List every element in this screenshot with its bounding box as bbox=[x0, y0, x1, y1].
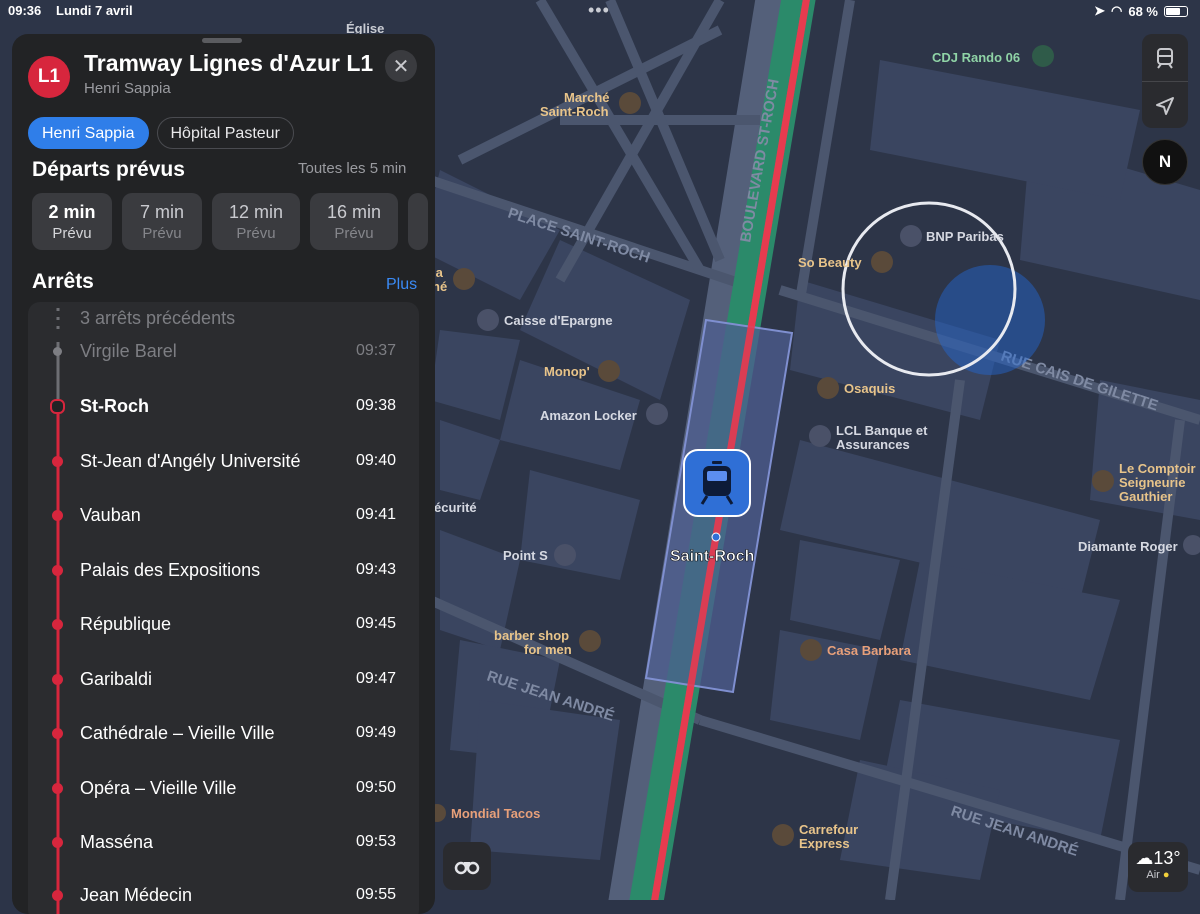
close-icon: ✕ bbox=[392, 55, 410, 78]
stops-title: Arrêts bbox=[32, 270, 94, 293]
svg-text:Gauthier: Gauthier bbox=[1119, 489, 1172, 504]
svg-text:LCL Banque et: LCL Banque et bbox=[836, 423, 928, 438]
compass-button[interactable]: N bbox=[1142, 139, 1188, 185]
direction-henri-sappia[interactable]: Henri Sappia bbox=[28, 117, 149, 149]
departure-card[interactable]: 2 min Prévu bbox=[32, 193, 112, 250]
locate-me-button[interactable] bbox=[1142, 82, 1188, 129]
status-time: 09:36 bbox=[8, 3, 42, 18]
weather-temperature: 13° bbox=[1153, 848, 1181, 868]
svg-text:Saint-Roch: Saint-Roch bbox=[670, 548, 754, 565]
transit-mode-button[interactable] bbox=[1142, 34, 1188, 81]
binoculars-icon bbox=[454, 861, 480, 875]
battery-icon bbox=[1164, 5, 1188, 17]
svg-text:barber shop: barber shop bbox=[494, 628, 569, 643]
svg-text:Osaquis: Osaquis bbox=[844, 381, 895, 396]
stop-row[interactable]: Virgile Barel 09:37 bbox=[28, 332, 419, 372]
stop-row[interactable]: Palais des Expositions 09:43 bbox=[28, 551, 419, 591]
air-quality-label: Air bbox=[1146, 869, 1160, 881]
status-date: Lundi 7 avril bbox=[56, 3, 133, 18]
location-arrow-icon: ➤ bbox=[1094, 3, 1106, 18]
line-direction: Henri Sappia bbox=[84, 80, 171, 97]
svg-text:So Beauty: So Beauty bbox=[798, 255, 862, 270]
poi-monop[interactable]: Monop' bbox=[544, 360, 620, 382]
poi-securite[interactable]: écurité bbox=[434, 500, 477, 515]
stop-row[interactable]: Opéra – Vieille Ville 09:50 bbox=[28, 769, 419, 809]
close-button[interactable]: ✕ bbox=[385, 50, 417, 82]
poi-point-s[interactable]: Point S bbox=[503, 544, 576, 566]
svg-text:écurité: écurité bbox=[434, 500, 477, 515]
svg-text:Amazon Locker: Amazon Locker bbox=[540, 408, 637, 423]
departures-title: Départs prévus bbox=[32, 158, 185, 181]
line-badge: L1 bbox=[28, 56, 70, 98]
svg-text:BNP Paribas: BNP Paribas bbox=[926, 229, 1004, 244]
departures-list: 2 min Prévu 7 min Prévu 12 min Prévu 16 min… bbox=[32, 193, 428, 250]
svg-text:Le Comptoir: Le Comptoir bbox=[1119, 461, 1196, 476]
svg-text:Mondial Tacos: Mondial Tacos bbox=[451, 806, 540, 821]
weather-widget[interactable]: ☁13° Air ● bbox=[1128, 842, 1188, 892]
svg-text:Saint-Roch: Saint-Roch bbox=[540, 104, 609, 119]
stop-row[interactable]: Vauban 09:41 bbox=[28, 496, 419, 536]
stop-row[interactable]: Jean Médecin 09:55 bbox=[28, 876, 419, 914]
departure-card-partial[interactable] bbox=[408, 193, 428, 250]
poi-casa-barbara[interactable]: Casa Barbara bbox=[800, 639, 912, 661]
more-button[interactable]: Plus bbox=[386, 276, 417, 294]
svg-text:Monop': Monop' bbox=[544, 364, 590, 379]
stop-row[interactable]: Cathédrale – Vieille Ville 09:49 bbox=[28, 714, 419, 754]
poi-osaquis[interactable]: Osaquis bbox=[817, 377, 895, 399]
look-around-button[interactable] bbox=[443, 842, 491, 890]
svg-text:Marché: Marché bbox=[564, 90, 610, 105]
departures-frequency: Toutes les 5 min bbox=[298, 160, 407, 177]
status-bar: 09:36 Lundi 7 avril ••• ➤ ◠ 68 % bbox=[0, 0, 1200, 22]
svg-text:Seigneurie: Seigneurie bbox=[1119, 475, 1185, 490]
stop-row[interactable]: Masséna 09:53 bbox=[28, 823, 419, 863]
air-quality-dot-icon: ● bbox=[1162, 869, 1170, 881]
direction-selector: Henri Sappia Hôpital Pasteur bbox=[28, 117, 294, 149]
svg-text:for men: for men bbox=[524, 642, 572, 657]
svg-text:Casa Barbara: Casa Barbara bbox=[827, 643, 912, 658]
wifi-icon: ◠ bbox=[1111, 3, 1123, 18]
svg-text:Carrefour: Carrefour bbox=[799, 822, 858, 837]
map-controls bbox=[1142, 34, 1188, 128]
line-details-panel: L1 Tramway Lignes d'Azur L1 Henri Sappia… bbox=[12, 34, 435, 914]
stop-row-current[interactable]: St-Roch 09:38 bbox=[28, 387, 419, 427]
compass-icon: N bbox=[1158, 152, 1172, 171]
svg-text:CDJ Rando 06: CDJ Rando 06 bbox=[932, 50, 1020, 65]
svg-text:Assurances: Assurances bbox=[836, 437, 910, 452]
tram-icon bbox=[1157, 47, 1173, 69]
stop-row[interactable]: St-Jean d'Angély Université 09:40 bbox=[28, 442, 419, 482]
svg-text:Caisse d'Epargne: Caisse d'Epargne bbox=[504, 313, 613, 328]
svg-text:Point S: Point S bbox=[503, 548, 548, 563]
svg-text:Diamante Roger: Diamante Roger bbox=[1078, 539, 1178, 554]
sheet-grabber[interactable] bbox=[202, 38, 242, 43]
battery-percent: 68 % bbox=[1128, 3, 1158, 19]
departure-card[interactable]: 16 min Prévu bbox=[310, 193, 398, 250]
multitasking-icon[interactable]: ••• bbox=[588, 0, 610, 21]
line-title: Tramway Lignes d'Azur L1 bbox=[84, 50, 374, 76]
stop-row[interactable]: République 09:45 bbox=[28, 605, 419, 645]
poi-so-beauty[interactable]: So Beauty bbox=[798, 251, 893, 273]
stops-list: 3 arrêts précédents Virgile Barel 09:37 S… bbox=[28, 302, 419, 914]
stop-row[interactable]: Garibaldi 09:47 bbox=[28, 660, 419, 700]
poi-bnp-paribas[interactable]: BNP Paribas bbox=[900, 225, 1004, 247]
cloud-icon: ☁ bbox=[1135, 848, 1154, 868]
location-arrow-icon bbox=[1156, 96, 1174, 115]
direction-hopital-pasteur[interactable]: Hôpital Pasteur bbox=[156, 117, 294, 149]
svg-text:Express: Express bbox=[799, 836, 850, 851]
departure-card[interactable]: 7 min Prévu bbox=[122, 193, 202, 250]
departure-card[interactable]: 12 min Prévu bbox=[212, 193, 300, 250]
